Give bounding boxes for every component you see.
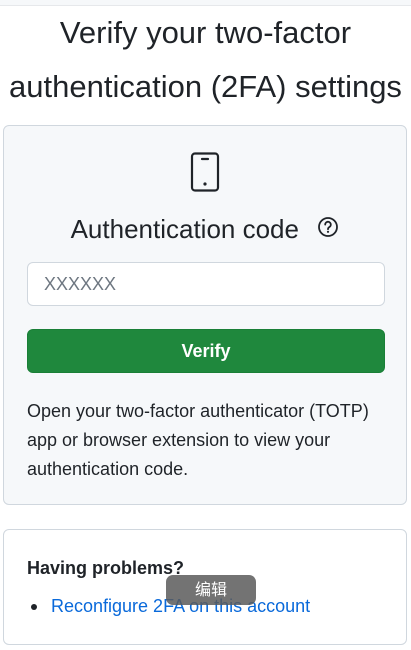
- question-circle-icon[interactable]: [317, 216, 339, 238]
- edit-overlay-chip[interactable]: 编辑: [166, 575, 256, 605]
- device-mobile-icon: [190, 152, 220, 192]
- page-title-line-2: authentication (2FA) settings: [9, 69, 402, 104]
- verify-button[interactable]: Verify: [27, 329, 385, 373]
- bullet-icon: [31, 603, 37, 610]
- page-title-line-1: Verify your two-factor: [59, 15, 352, 50]
- authentication-code-label: Authentication code: [70, 214, 299, 244]
- page-title: Verify your two-factor authentication (2…: [0, 6, 411, 114]
- authentication-code-input[interactable]: [27, 262, 385, 306]
- authentication-code-heading: Authentication code: [4, 212, 406, 246]
- authentication-card: Authentication code Verify Open your two…: [3, 125, 407, 505]
- instructions-text: Open your two-factor authenticator (TOTP…: [27, 401, 369, 479]
- having-problems-heading: Having problems?: [27, 558, 185, 578]
